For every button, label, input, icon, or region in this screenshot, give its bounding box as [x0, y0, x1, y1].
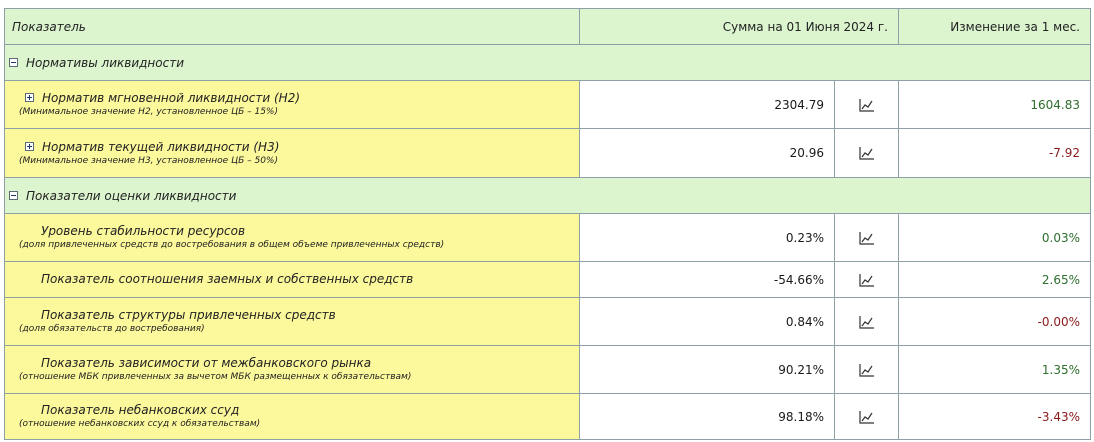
chart-button[interactable] — [834, 393, 899, 440]
table-header-row: Показатель Сумма на 01 Июня 2024 г. Изме… — [4, 8, 1091, 45]
collapse-toggle-icon[interactable] — [9, 190, 18, 200]
section-cell: Показатели оценки ликвидности — [4, 177, 1091, 214]
table-row: Норматив текущей ликвидности (Н3) (Миним… — [4, 128, 1091, 178]
column-header-sum[interactable]: Сумма на 01 Июня 2024 г. — [579, 8, 899, 45]
row-title: Уровень стабильности ресурсов — [41, 224, 246, 238]
row-name-cell: Уровень стабильности ресурсов (доля прив… — [4, 213, 580, 262]
line-chart-icon — [858, 273, 874, 287]
row-name-cell: Показатель структуры привлеченных средст… — [4, 297, 580, 346]
line-chart-icon — [858, 147, 874, 160]
row-subtitle: (Минимальное значение Н3, установленное … — [19, 155, 278, 166]
row-change: -3.43% — [898, 393, 1091, 440]
table-row: Норматив мгновенной ликвидности (Н2) (Ми… — [4, 80, 1091, 129]
row-name-cell: Норматив мгновенной ликвидности (Н2) (Ми… — [4, 80, 580, 129]
row-title: Показатель соотношения заемных и собстве… — [41, 272, 414, 286]
row-value: 90.21% — [579, 345, 835, 394]
row-title: Норматив текущей ликвидности (Н3) — [42, 139, 280, 154]
section-row-liquidity-assessment: Показатели оценки ликвидности — [4, 177, 1091, 214]
row-subtitle: (Минимальное значение Н2, установленное … — [19, 107, 278, 117]
row-name-cell: Показатель небанковских ссуд (отношение … — [4, 393, 580, 440]
row-name-cell: Показатель соотношения заемных и собстве… — [4, 261, 580, 298]
column-header-change[interactable]: Изменение за 1 мес. — [898, 8, 1091, 45]
section-title: Показатели оценки ликвидности — [26, 188, 237, 203]
collapse-toggle-icon[interactable] — [9, 57, 18, 67]
section-title: Нормативы ликвидности — [26, 55, 184, 70]
row-title: Норматив мгновенной ликвидности (Н2) — [42, 91, 301, 105]
row-change: 0.03% — [898, 213, 1091, 262]
chart-button[interactable] — [834, 80, 899, 129]
row-name-cell: Показатель зависимости от межбанковского… — [4, 345, 580, 394]
row-subtitle: (доля привлеченных средств до востребова… — [19, 240, 445, 250]
row-subtitle: (отношение МБК привлеченных за вычетом М… — [19, 372, 412, 382]
chart-button[interactable] — [834, 297, 899, 346]
chart-button[interactable] — [834, 213, 899, 262]
line-chart-icon — [858, 231, 874, 245]
line-chart-icon — [858, 410, 874, 424]
section-cell: Нормативы ликвидности — [4, 44, 1091, 81]
row-title: Показатель зависимости от межбанковского… — [41, 356, 372, 370]
table-row: Уровень стабильности ресурсов (доля прив… — [4, 213, 1091, 262]
liquidity-table-panel: Показатель Сумма на 01 Июня 2024 г. Изме… — [0, 0, 1094, 442]
expand-toggle-icon[interactable] — [25, 141, 34, 151]
row-title: Показатель небанковских ссуд — [41, 403, 240, 417]
expand-toggle-icon[interactable] — [25, 93, 34, 102]
chart-button[interactable] — [834, 128, 899, 178]
liquidity-table: Показатель Сумма на 01 Июня 2024 г. Изме… — [4, 8, 1091, 440]
chart-button[interactable] — [834, 261, 899, 298]
row-change: -7.92 — [898, 128, 1091, 178]
section-row-liquidity-norms: Нормативы ликвидности — [4, 44, 1091, 81]
row-name-cell: Норматив текущей ликвидности (Н3) (Миним… — [4, 128, 580, 178]
row-subtitle: (доля обязательств до востребования) — [19, 324, 205, 334]
row-value: -54.66% — [579, 261, 835, 298]
chart-button[interactable] — [834, 345, 899, 394]
line-chart-icon — [858, 363, 874, 377]
row-value: 2304.79 — [579, 80, 835, 129]
table-row: Показатель небанковских ссуд (отношение … — [4, 393, 1091, 440]
row-change: 1604.83 — [898, 80, 1091, 129]
table-row: Показатель зависимости от межбанковского… — [4, 345, 1091, 394]
column-header-name[interactable]: Показатель — [4, 8, 580, 45]
row-value: 20.96 — [579, 128, 835, 178]
row-change: -0.00% — [898, 297, 1091, 346]
row-value: 98.18% — [579, 393, 835, 440]
row-change: 2.65% — [898, 261, 1091, 298]
row-value: 0.84% — [579, 297, 835, 346]
table-row: Показатель соотношения заемных и собстве… — [4, 261, 1091, 298]
row-subtitle: (отношение небанковских ссуд к обязатель… — [19, 419, 261, 429]
row-change: 1.35% — [898, 345, 1091, 394]
table-row: Показатель структуры привлеченных средст… — [4, 297, 1091, 346]
row-title: Показатель структуры привлеченных средст… — [41, 308, 336, 322]
line-chart-icon — [858, 315, 874, 329]
line-chart-icon — [858, 98, 874, 112]
row-value: 0.23% — [579, 213, 835, 262]
